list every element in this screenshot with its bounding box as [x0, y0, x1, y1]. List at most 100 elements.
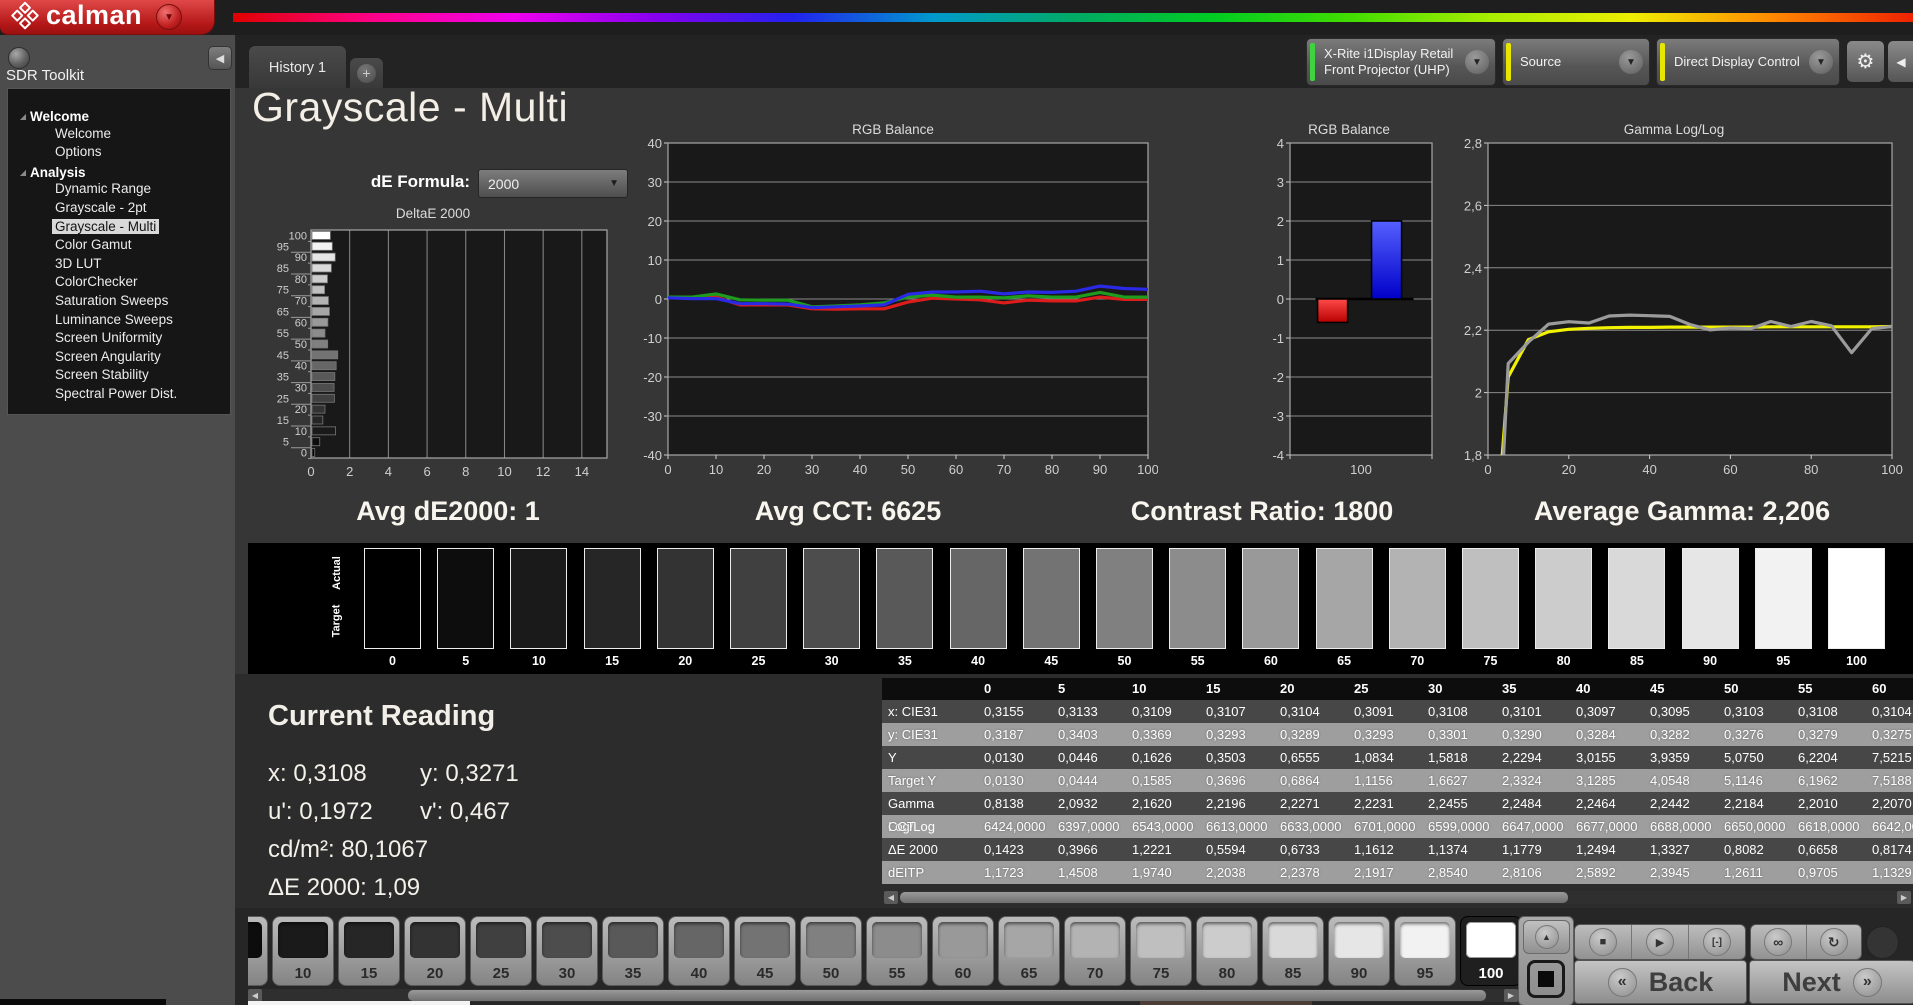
sidebar-item-grayscale-2pt[interactable]: Grayscale - 2pt — [8, 200, 230, 219]
table-cell: 0,3503 — [1200, 746, 1274, 769]
patch-card-label: 55 — [867, 965, 927, 982]
patch-card-55[interactable]: 55 — [866, 916, 928, 986]
sidebar: ◀ SDR Toolkit ◢WelcomeWelcomeOptions◢Ana… — [0, 35, 236, 1005]
table-column-header: 50 — [1718, 678, 1792, 700]
sidebar-item-dynamic-range[interactable]: Dynamic Range — [8, 181, 230, 200]
sidebar-item-screen-uniformity[interactable]: Screen Uniformity — [8, 330, 230, 349]
svg-text:-40: -40 — [643, 448, 662, 463]
patch-card-40[interactable]: 40 — [668, 916, 730, 986]
table-cell: 1,2494 — [1570, 838, 1644, 861]
swatch-target — [658, 603, 713, 648]
status-accent-bar — [1310, 43, 1315, 81]
table-cell: 0,6864 — [1274, 769, 1348, 792]
deltae-chart: 0246810121405101520253035404550556065707… — [253, 222, 613, 489]
tab-history-1[interactable]: History 1 — [248, 45, 347, 89]
tree-expander-icon[interactable]: ◢ — [16, 112, 30, 121]
patch-window-button[interactable] — [1522, 956, 1569, 1001]
patch-card-80[interactable]: 80 — [1196, 916, 1258, 986]
svg-text:100: 100 — [289, 230, 307, 242]
chevrons-left-icon: « — [1608, 968, 1637, 997]
patch-card-25[interactable]: 25 — [470, 916, 532, 986]
sidebar-item-options[interactable]: Options — [8, 144, 230, 163]
swatch-level-label: 30 — [795, 654, 868, 668]
scroll-left-icon[interactable]: ◀ — [884, 891, 898, 904]
back-button[interactable]: « Back — [1574, 960, 1747, 1004]
table-scrollbar[interactable]: ◀ ▶ — [884, 891, 1911, 904]
sidebar-item-luminance-sweeps[interactable]: Luminance Sweeps — [8, 312, 230, 331]
settings-button[interactable]: ⚙ — [1846, 40, 1885, 83]
table-cell: 0,3284 — [1570, 723, 1644, 746]
play-button[interactable]: ▶ — [1632, 925, 1689, 959]
table-cell: 1,9740 — [1126, 861, 1200, 884]
patch-card-60[interactable]: 60 — [932, 916, 994, 986]
stop-button[interactable]: ■ — [1575, 925, 1632, 959]
patch-card-20[interactable]: 20 — [404, 916, 466, 986]
calman-logo[interactable]: calman ▼ — [0, 0, 215, 35]
inactive-round-button[interactable] — [1866, 926, 1899, 959]
table-cell: 5,1146 — [1718, 769, 1792, 792]
refresh-icon: ↻ — [1820, 928, 1848, 956]
refresh-button[interactable]: ↻ — [1807, 925, 1862, 959]
patch-card-10[interactable]: 10 — [272, 916, 334, 986]
sidebar-section-welcome[interactable]: ◢Welcome — [8, 107, 230, 126]
chevron-left-icon: ◀ — [216, 52, 224, 65]
svg-text:1: 1 — [1277, 253, 1284, 268]
sidebar-item-screen-stability[interactable]: Screen Stability — [8, 367, 230, 386]
patch-card-85[interactable]: 85 — [1262, 916, 1324, 986]
swatch-actual — [1390, 549, 1445, 603]
de-formula-select[interactable]: 2000 ▼ — [478, 169, 628, 198]
sidebar-item-3d-lut[interactable]: 3D LUT — [8, 256, 230, 275]
table-cell: 1,1374 — [1422, 838, 1496, 861]
scroll-right-icon[interactable]: ▶ — [1897, 891, 1911, 904]
sidebar-item-grayscale-multi[interactable]: Grayscale - Multi — [8, 219, 230, 238]
sidebar-item-screen-angularity[interactable]: Screen Angularity — [8, 349, 230, 368]
table-cell: 0,3289 — [1274, 723, 1348, 746]
swatch-actual — [1170, 549, 1225, 603]
sidebar-item-color-gamut[interactable]: Color Gamut — [8, 237, 230, 256]
collapse-right-panel-button[interactable]: ◀ — [1887, 40, 1913, 83]
table-scrollbar-thumb[interactable] — [900, 892, 1568, 903]
collapse-sidebar-button[interactable]: ◀ — [208, 46, 232, 70]
current-reading-cd: cd/m²: 80,1067 — [268, 836, 428, 864]
single-measure-button[interactable]: [-] — [1689, 925, 1745, 959]
scroll-right-icon[interactable]: ▶ — [1504, 989, 1518, 1002]
sidebar-item-colorchecker[interactable]: ColorChecker — [8, 274, 230, 293]
sidebar-item-spectral-power-dist-[interactable]: Spectral Power Dist. — [8, 386, 230, 405]
swatch-level-label: 55 — [1161, 654, 1234, 668]
table-row: Y0,01300,04460,16260,35030,65551,08341,5… — [882, 746, 1913, 769]
table-row: Gamma Log/Log0,81382,09322,16202,21962,2… — [882, 792, 1913, 815]
patch-card-90[interactable]: 90 — [1328, 916, 1390, 986]
patch-card-75[interactable]: 75 — [1130, 916, 1192, 986]
patch-card-70[interactable]: 70 — [1064, 916, 1126, 986]
patch-scrollbar-thumb[interactable] — [408, 990, 1486, 1001]
patch-card-50[interactable]: 50 — [800, 916, 862, 986]
patch-card-100[interactable]: 100 — [1460, 916, 1520, 986]
sidebar-section-analysis[interactable]: ◢Analysis — [8, 163, 230, 182]
patch-card-95[interactable]: 95 — [1394, 916, 1456, 986]
sidebar-orb-button[interactable] — [8, 47, 30, 69]
tree-expander-icon[interactable]: ◢ — [16, 168, 30, 177]
swatch-target — [1170, 603, 1225, 648]
patch-card-30[interactable]: 30 — [536, 916, 598, 986]
patch-card-5[interactable]: 5 — [248, 916, 268, 986]
app-menu-dropdown-icon[interactable]: ▼ — [156, 4, 182, 30]
sidebar-item-saturation-sweeps[interactable]: Saturation Sweeps — [8, 293, 230, 312]
patch-card-15[interactable]: 15 — [338, 916, 400, 986]
patch-card-65[interactable]: 65 — [998, 916, 1060, 986]
continuous-measure-button[interactable]: ∞ — [1751, 925, 1807, 959]
table-cell: 6633,0000 — [1274, 815, 1348, 838]
patch-card-45[interactable]: 45 — [734, 916, 796, 986]
swatch-target — [1609, 603, 1664, 648]
patch-card-label: 100 — [1461, 965, 1520, 982]
device-dropdown-1[interactable]: X-Rite i1Display RetailFront Projector (… — [1306, 38, 1496, 86]
next-button[interactable]: Next » — [1749, 960, 1913, 1004]
summary-stat-3: Contrast Ratio: 1800 — [1131, 496, 1394, 527]
patch-card-35[interactable]: 35 — [602, 916, 664, 986]
svg-text:-3: -3 — [1272, 409, 1284, 424]
sidebar-item-welcome[interactable]: Welcome — [8, 126, 230, 145]
background-window-edge — [248, 1001, 470, 1005]
device-dropdown-3[interactable]: Direct Display Control▼ — [1656, 38, 1840, 86]
table-cell: 0,6555 — [1274, 746, 1348, 769]
device-dropdown-2[interactable]: Source▼ — [1502, 38, 1650, 86]
expand-patch-panel-button[interactable]: ▲ — [1523, 920, 1570, 954]
